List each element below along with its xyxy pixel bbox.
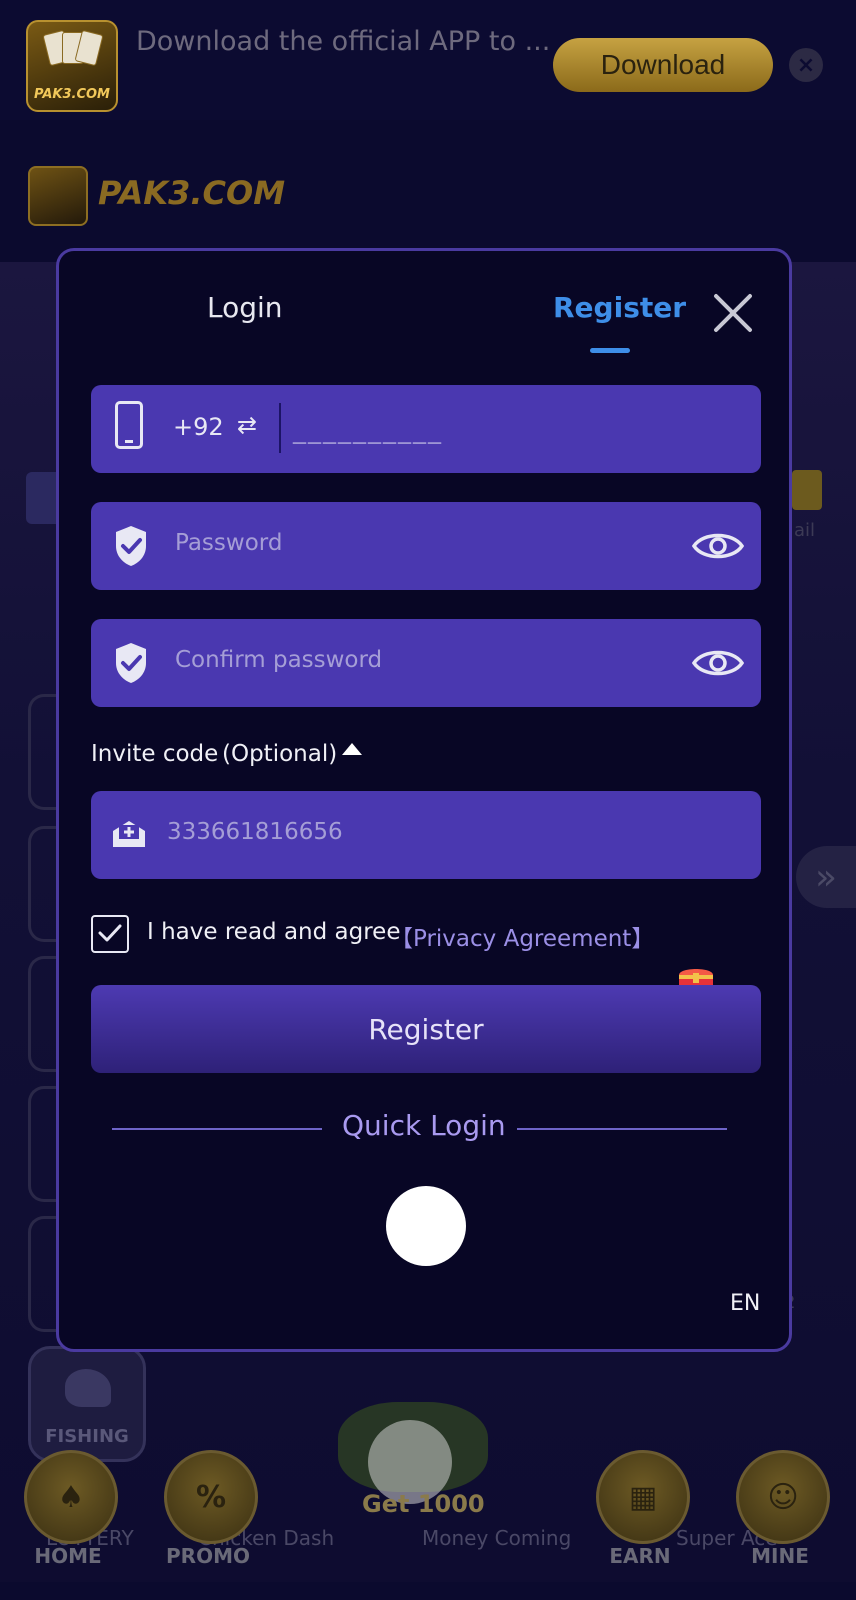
phone-field[interactable]: +92 ⇄ __________ (91, 385, 761, 473)
nav-promo-label: PROMO (166, 1544, 250, 1568)
register-button[interactable]: Register (91, 985, 761, 1073)
checkmark-icon (98, 924, 122, 942)
divider-line (112, 1128, 322, 1130)
fishing-category[interactable]: FISHING (28, 1346, 146, 1462)
mail-icon (792, 470, 822, 510)
nav-earn[interactable]: ▦ EARN (582, 1448, 698, 1568)
phone-input[interactable]: __________ (293, 415, 443, 445)
confirm-password-input[interactable]: Confirm password (175, 647, 382, 673)
banner-text: Download the official APP to ... (136, 26, 551, 57)
eye-icon[interactable] (691, 526, 745, 566)
invite-optional-label: (Optional) (222, 741, 338, 767)
divider-line (517, 1128, 727, 1130)
nav-promo[interactable]: % PROMO (150, 1448, 266, 1568)
shield-icon (116, 526, 146, 566)
agreement-text: I have read and agree (147, 919, 401, 945)
nav-earn-label: EARN (609, 1544, 671, 1568)
invite-code-field[interactable]: 333661816656 (91, 791, 761, 879)
quick-login-label: Quick Login (342, 1109, 506, 1142)
register-modal: Login Register +92 ⇄ __________ Password… (56, 248, 792, 1352)
nav-home[interactable]: ♠ HOME (10, 1448, 126, 1568)
password-field[interactable]: Password (91, 502, 761, 590)
password-input[interactable]: Password (175, 530, 282, 556)
spade-icon: ♠ (24, 1450, 118, 1544)
tab-register[interactable]: Register (553, 291, 686, 324)
bottom-nav: ♠ HOME % PROMO ▦ EARN ☺ MINE (0, 1448, 856, 1568)
tab-login[interactable]: Login (207, 291, 283, 324)
fishing-label: FISHING (45, 1426, 129, 1447)
ticket-icon: % (164, 1450, 258, 1544)
banner-close-icon[interactable]: × (789, 48, 823, 82)
app-logo: PAK3.COM (26, 20, 118, 112)
cards-icon (42, 29, 104, 68)
download-banner: PAK3.COM Download the official APP to ..… (0, 0, 856, 120)
app-logo-text: PAK3.COM (34, 87, 110, 102)
shield-icon (116, 643, 146, 683)
active-tab-indicator (590, 348, 630, 353)
invite-code-label: Invite code (91, 741, 219, 767)
brand-logo-icon (28, 166, 88, 226)
envelope-plus-icon (113, 821, 145, 847)
brand-name: PAK3.COM (98, 174, 286, 212)
caret-up-icon[interactable] (340, 741, 364, 759)
phone-icon (115, 401, 143, 449)
agreement-checkbox[interactable] (91, 915, 129, 953)
nav-home-label: HOME (34, 1544, 102, 1568)
privacy-agreement-link[interactable]: 【Privacy Agreement】 (390, 919, 654, 953)
download-button[interactable]: Download (553, 38, 773, 92)
close-icon[interactable] (711, 291, 755, 335)
gift-icon: ▦ (596, 1450, 690, 1544)
nav-mine[interactable]: ☺ MINE (722, 1448, 838, 1568)
country-code[interactable]: +92 (173, 413, 224, 441)
shark-icon (65, 1369, 111, 1407)
double-chevron-right-icon[interactable]: » (796, 846, 856, 908)
quick-login-button[interactable] (386, 1186, 466, 1266)
confirm-password-field[interactable]: Confirm password (91, 619, 761, 707)
smile-icon: ☺ (736, 1450, 830, 1544)
eye-icon[interactable] (691, 643, 745, 683)
language-selector[interactable]: EN (730, 1291, 760, 1316)
swap-icon[interactable]: ⇄ (237, 411, 257, 439)
phone-divider (279, 403, 281, 453)
nav-mine-label: MINE (751, 1544, 809, 1568)
invite-code-input[interactable]: 333661816656 (167, 819, 343, 845)
mail-label: ail (794, 520, 816, 541)
